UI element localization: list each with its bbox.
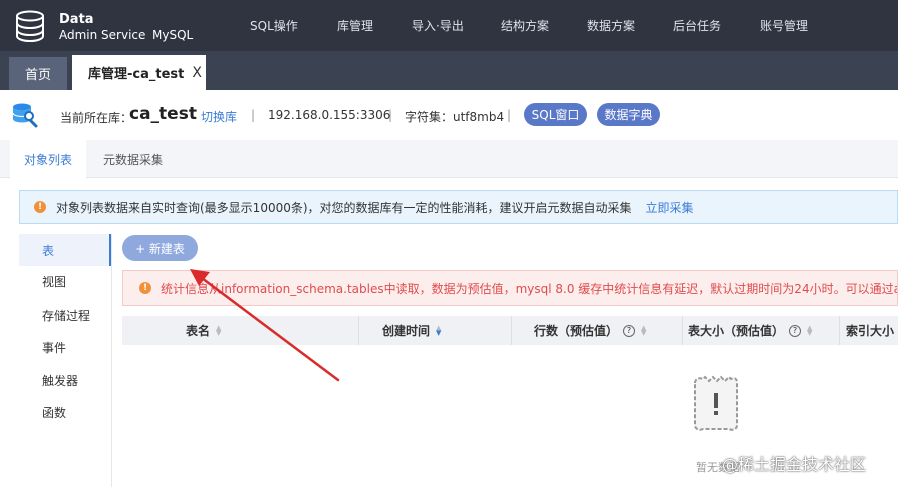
divider: | <box>507 108 512 122</box>
sub-tabs: 对象列表 元数据采集 <box>0 140 898 178</box>
brand-subtitle: Admin Service <box>59 28 146 42</box>
column-table-size[interactable]: 表大小（预估值） ? ▲ ▼ <box>688 316 812 345</box>
current-db-name: ca_test <box>129 104 197 124</box>
brand-title: Data <box>59 12 94 27</box>
tab-db-manage-label: 库管理-ca_test <box>88 67 185 82</box>
nav-import-export[interactable]: 导入·导出 <box>412 17 464 34</box>
menu-item-tables[interactable]: 表 <box>19 234 111 266</box>
sort-icon[interactable]: ▲ ▼ <box>436 324 441 336</box>
nav-db-manage[interactable]: 库管理 <box>337 17 373 34</box>
switch-db-link[interactable]: 切换库 <box>201 108 237 125</box>
column-divider <box>511 316 512 345</box>
tab-home[interactable]: 首页 <box>9 57 67 90</box>
new-table-button[interactable]: + 新建表 <box>122 235 198 261</box>
nav-schema-plan[interactable]: 结构方案 <box>501 17 549 34</box>
sort-icon[interactable]: ▲ ▼ <box>807 324 812 336</box>
divider: | <box>388 108 393 122</box>
divider: | <box>251 108 256 122</box>
object-type-menu: 表 视图 存储过程 事件 触发器 函数 <box>19 234 112 487</box>
db-charset: 字符集：utf8mb4 <box>405 110 505 124</box>
empty-data-icon <box>694 375 738 431</box>
nav-background-tasks[interactable]: 后台任务 <box>673 17 721 34</box>
menu-item-triggers[interactable]: 触发器 <box>19 364 111 396</box>
db-host: 192.168.0.155:3306 <box>268 108 391 122</box>
warning-icon: ! <box>139 282 151 294</box>
column-index-size[interactable]: 索引大小 <box>846 316 894 345</box>
info-notice: ! 对象列表数据来自实时查询(最多显示10000条)，对您的数据库有一定的性能消… <box>19 190 898 224</box>
database-logo-icon <box>16 10 44 43</box>
help-icon[interactable]: ? <box>623 324 636 337</box>
nav-sql[interactable]: SQL操作 <box>250 17 298 34</box>
column-label: 行数（预估值） <box>534 324 619 338</box>
menu-item-views[interactable]: 视图 <box>19 265 111 297</box>
column-label: 索引大小 <box>846 324 895 338</box>
close-icon[interactable]: X <box>192 65 202 81</box>
brand-engine: MySQL <box>152 28 194 42</box>
column-label: 表大小（预估值） <box>688 324 785 338</box>
page-tabs: 首页 库管理-ca_test X <box>0 51 898 90</box>
nav-account[interactable]: 账号管理 <box>760 17 808 34</box>
menu-item-functions[interactable]: 函数 <box>19 396 111 428</box>
column-divider <box>358 316 359 345</box>
database-info-bar: 当前所在库： ca_test 切换库 | 192.168.0.155:3306 … <box>0 90 898 140</box>
column-row-count[interactable]: 行数（预估值） ? ▲ ▼ <box>534 316 646 345</box>
tab-object-list[interactable]: 对象列表 <box>10 140 86 178</box>
info-notice-text: 对象列表数据来自实时查询(最多显示10000条)，对您的数据库有一定的性能消耗，… <box>56 200 632 215</box>
sort-icon[interactable]: ▲ ▼ <box>641 324 646 336</box>
tab-metadata-collect[interactable]: 元数据采集 <box>103 151 163 168</box>
watermark: @稀土掘金技术社区 <box>722 455 867 474</box>
column-label: 创建时间 <box>382 324 431 338</box>
menu-item-procedures[interactable]: 存储过程 <box>19 299 111 331</box>
collect-now-link[interactable]: 立即采集 <box>646 199 694 216</box>
column-divider <box>682 316 683 345</box>
sql-window-button[interactable]: SQL窗口 <box>524 103 587 126</box>
top-navbar: Data Admin Service MySQL SQL操作 库管理 导入·导出… <box>0 0 898 51</box>
help-icon[interactable]: ? <box>789 324 802 337</box>
nav-data-plan[interactable]: 数据方案 <box>587 17 635 34</box>
warning-icon: ! <box>34 201 46 213</box>
menu-item-events[interactable]: 事件 <box>19 331 111 363</box>
tab-db-manage[interactable]: 库管理-ca_test X <box>72 55 206 90</box>
column-divider <box>839 316 840 345</box>
annotation-arrow-icon <box>190 269 340 382</box>
database-icon <box>12 103 38 128</box>
column-create-time[interactable]: 创建时间 ▲ ▼ <box>382 316 441 345</box>
data-dictionary-button[interactable]: 数据字典 <box>597 103 660 126</box>
current-db-label: 当前所在库： <box>60 111 133 125</box>
